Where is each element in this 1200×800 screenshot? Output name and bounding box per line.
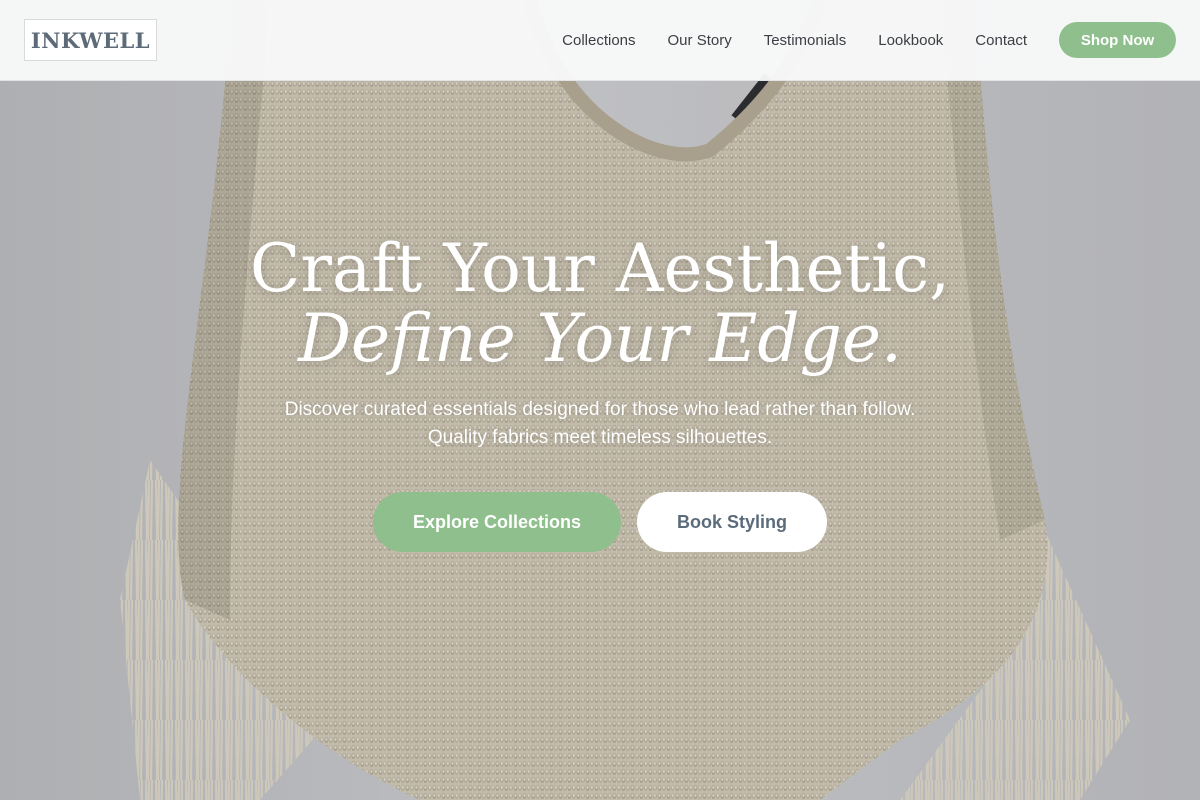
headline-line-1: Craft Your Aesthetic,	[249, 230, 951, 307]
nav-link-contact[interactable]: Contact	[975, 32, 1027, 49]
main-nav: Collections Our Story Testimonials Lookb…	[562, 22, 1176, 58]
explore-collections-button[interactable]: Explore Collections	[373, 492, 621, 552]
book-styling-button[interactable]: Book Styling	[637, 492, 827, 552]
nav-link-lookbook[interactable]: Lookbook	[878, 32, 943, 49]
nav-link-our-story[interactable]: Our Story	[668, 32, 732, 49]
nav-link-testimonials[interactable]: Testimonials	[764, 32, 847, 49]
hero-content: Craft Your Aesthetic, Define Your Edge. …	[0, 234, 1200, 552]
site-header: INKWELL Collections Our Story Testimonia…	[0, 0, 1200, 81]
hero-actions: Explore Collections Book Styling	[0, 492, 1200, 552]
hero-section: Craft Your Aesthetic, Define Your Edge. …	[0, 0, 1200, 800]
logo[interactable]: INKWELL	[24, 19, 157, 61]
headline-line-2: Define Your Edge.	[298, 300, 902, 377]
hero-headline: Craft Your Aesthetic, Define Your Edge.	[0, 234, 1200, 374]
hero-subtext: Discover curated essentials designed for…	[284, 399, 916, 448]
nav-link-collections[interactable]: Collections	[562, 32, 635, 49]
shop-now-button[interactable]: Shop Now	[1059, 22, 1176, 58]
